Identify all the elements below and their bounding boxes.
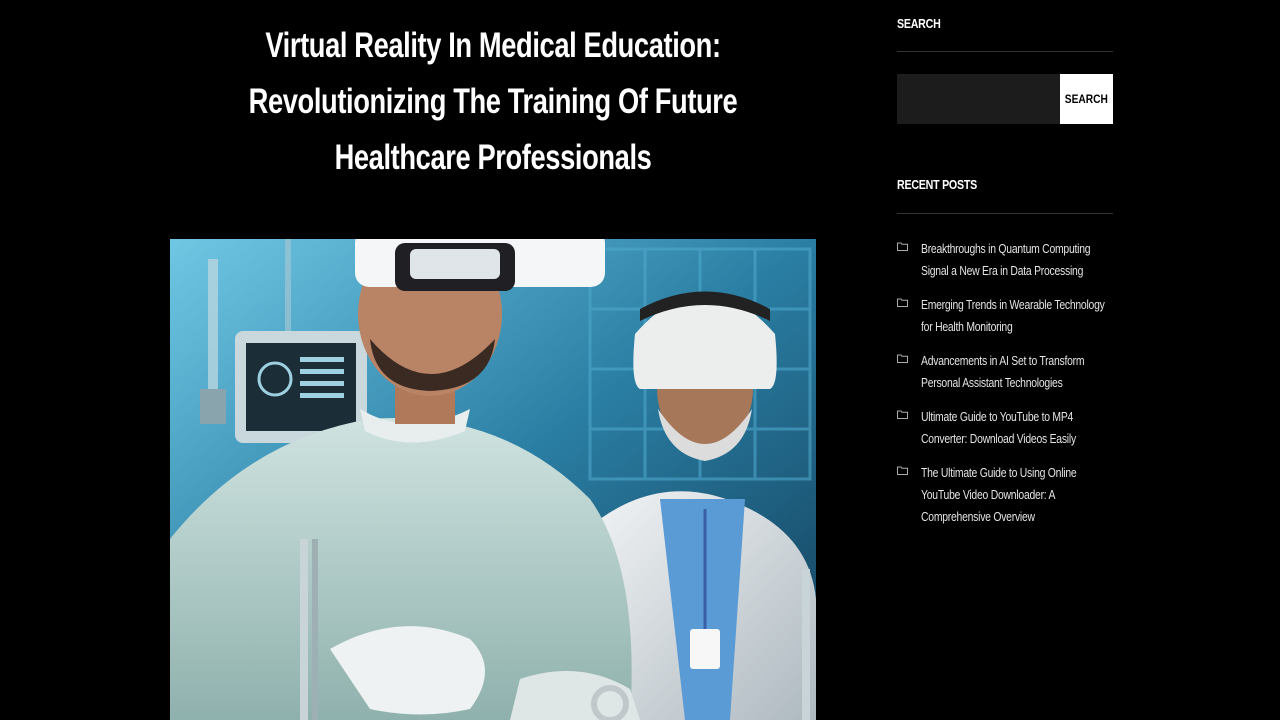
recent-post-link[interactable]: Emerging Trends in Wearable Technology f… — [921, 294, 1105, 338]
recent-post-link[interactable]: Breakthroughs in Quantum Computing Signa… — [921, 238, 1105, 282]
folder-icon — [897, 354, 908, 363]
folder-icon — [897, 466, 908, 475]
search-button[interactable]: SEARCH — [1060, 74, 1113, 124]
search-input[interactable] — [897, 74, 1060, 124]
folder-icon — [897, 298, 908, 307]
search-divider — [897, 51, 1113, 52]
recent-posts-divider — [897, 213, 1113, 214]
article-title: Virtual Reality In Medical Education: Re… — [248, 26, 738, 177]
folder-icon — [897, 410, 908, 419]
recent-post-item: Breakthroughs in Quantum Computing Signa… — [897, 238, 1113, 282]
recent-post-item: Ultimate Guide to YouTube to MP4 Convert… — [897, 406, 1113, 450]
recent-post-item: Emerging Trends in Wearable Technology f… — [897, 294, 1113, 338]
search-button-label: SEARCH — [1064, 92, 1109, 106]
search-widget-title: SEARCH — [897, 16, 941, 31]
vr-medical-training-illustration — [170, 239, 816, 720]
search-form: SEARCH — [897, 74, 1113, 124]
recent-posts-title: RECENT POSTS — [897, 177, 977, 192]
featured-image[interactable] — [170, 239, 816, 720]
recent-post-link[interactable]: Ultimate Guide to YouTube to MP4 Convert… — [921, 406, 1105, 450]
recent-post-link[interactable]: Advancements in AI Set to Transform Pers… — [921, 350, 1105, 394]
recent-posts-list: Breakthroughs in Quantum Computing Signa… — [897, 238, 1113, 524]
recent-post-item: Advancements in AI Set to Transform Pers… — [897, 350, 1113, 394]
folder-icon — [897, 242, 908, 251]
recent-post-item: The Ultimate Guide to Using Online YouTu… — [897, 462, 1113, 524]
recent-post-link[interactable]: The Ultimate Guide to Using Online YouTu… — [921, 462, 1105, 528]
